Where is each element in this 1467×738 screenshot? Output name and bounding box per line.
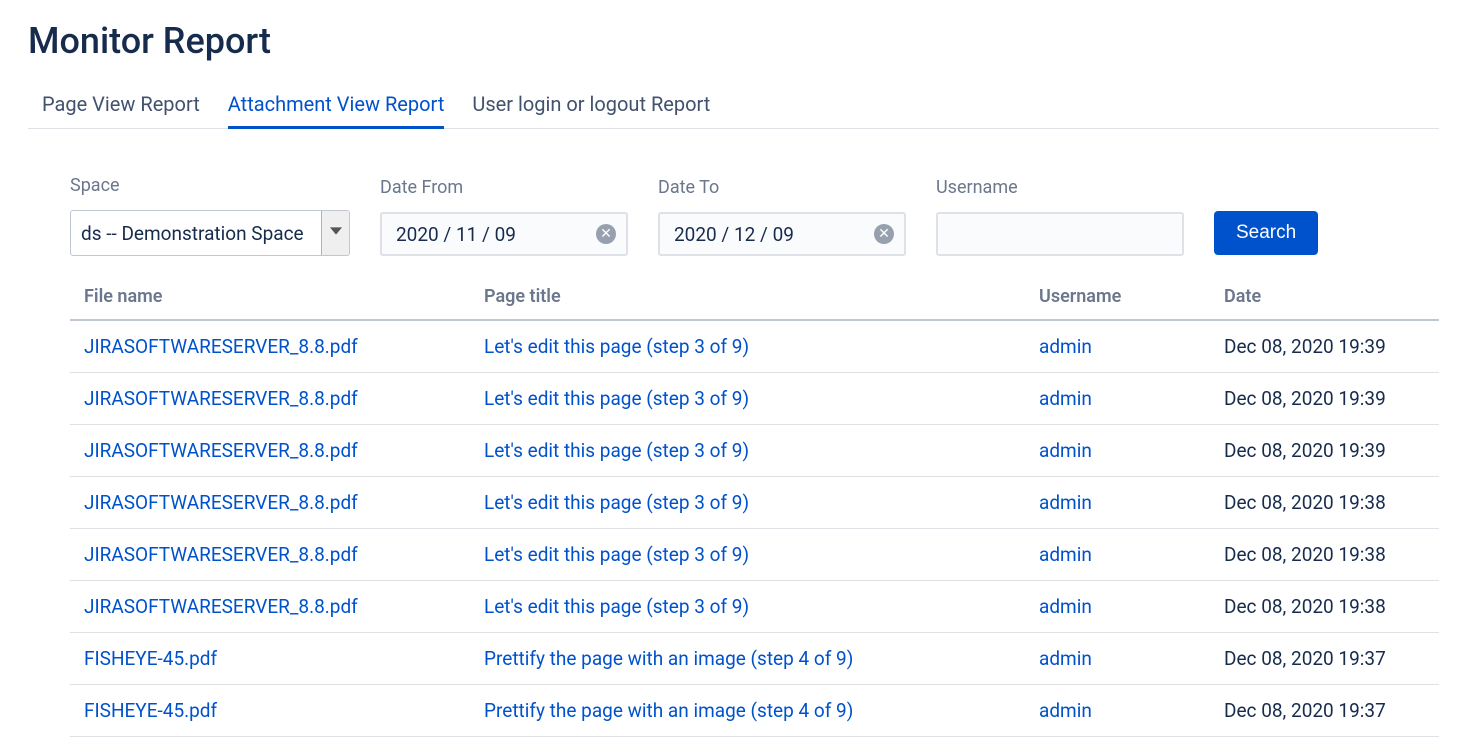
file-name-link[interactable]: JIRASOFTWARESERVER_8.8.pdf [70, 529, 470, 581]
page-title-link[interactable]: Prettify the page with an image (step 4 … [470, 633, 1025, 685]
username-link[interactable]: admin [1025, 320, 1210, 373]
date-cell: Dec 08, 2020 19:38 [1210, 581, 1439, 633]
date-from-clear-button[interactable]: ✕ [596, 224, 616, 244]
file-name-link[interactable]: FISHEYE-45.pdf [70, 685, 470, 737]
username-link[interactable]: admin [1025, 425, 1210, 477]
date-to-field: Date To 2020 / 12 / 09 ✕ [658, 177, 906, 256]
table-row: JIRASOFTWARESERVER_8.8.pdfLet's edit thi… [70, 320, 1439, 373]
username-link[interactable]: admin [1025, 529, 1210, 581]
col-page-title: Page title [470, 274, 1025, 320]
page-title-link[interactable]: Let's edit this page (step 3 of 9) [470, 581, 1025, 633]
chevron-down-icon [330, 225, 342, 241]
date-to-input[interactable]: 2020 / 12 / 09 ✕ [658, 212, 906, 256]
page-title-link[interactable]: Let's edit this page (step 3 of 9) [470, 529, 1025, 581]
table-row: JIRASOFTWARESERVER_8.8.pdfLet's edit thi… [70, 529, 1439, 581]
col-date: Date [1210, 274, 1439, 320]
space-select-value: ds -- Demonstration Space [71, 211, 321, 255]
file-name-link[interactable]: JIRASOFTWARESERVER_8.8.pdf [70, 425, 470, 477]
close-icon: ✕ [878, 227, 890, 241]
date-cell: Dec 08, 2020 19:38 [1210, 529, 1439, 581]
username-label: Username [936, 177, 1184, 198]
filter-bar: Space ds -- Demonstration Space Date Fro… [28, 129, 1439, 256]
tab-attachment-view-report[interactable]: Attachment View Report [228, 86, 445, 129]
table-row: JIRASOFTWARESERVER_8.8.pdfLet's edit thi… [70, 477, 1439, 529]
date-cell: Dec 08, 2020 19:37 [1210, 633, 1439, 685]
date-to-clear-button[interactable]: ✕ [874, 224, 894, 244]
page-title: Monitor Report [28, 20, 1439, 62]
page-title-link[interactable]: Let's edit this page (step 3 of 9) [470, 320, 1025, 373]
col-username: Username [1025, 274, 1210, 320]
page-title-link[interactable]: Let's edit this page (step 3 of 9) [470, 477, 1025, 529]
close-icon: ✕ [600, 227, 612, 241]
page-title-link[interactable]: Let's edit this page (step 3 of 9) [470, 373, 1025, 425]
date-to-label: Date To [658, 177, 906, 198]
date-from-value: 2020 / 11 / 09 [396, 223, 596, 246]
file-name-link[interactable]: JIRASOFTWARESERVER_8.8.pdf [70, 581, 470, 633]
page-title-link[interactable]: Let's edit this page (step 3 of 9) [470, 425, 1025, 477]
col-file-name: File name [70, 274, 470, 320]
search-button[interactable]: Search [1214, 211, 1318, 255]
date-cell: Dec 08, 2020 19:39 [1210, 373, 1439, 425]
username-link[interactable]: admin [1025, 477, 1210, 529]
username-field: Username [936, 177, 1184, 256]
table-row: JIRASOFTWARESERVER_8.8.pdfLet's edit thi… [70, 373, 1439, 425]
username-input[interactable] [936, 212, 1184, 256]
date-to-value: 2020 / 12 / 09 [674, 223, 874, 246]
file-name-link[interactable]: FISHEYE-45.pdf [70, 633, 470, 685]
page-title-link[interactable]: Prettify the page with an image (step 4 … [470, 685, 1025, 737]
date-cell: Dec 08, 2020 19:37 [1210, 685, 1439, 737]
date-cell: Dec 08, 2020 19:38 [1210, 477, 1439, 529]
username-link[interactable]: admin [1025, 373, 1210, 425]
results-table: File name Page title Username Date JIRAS… [70, 274, 1439, 737]
username-link[interactable]: admin [1025, 685, 1210, 737]
file-name-link[interactable]: JIRASOFTWARESERVER_8.8.pdf [70, 373, 470, 425]
tab-page-view-report[interactable]: Page View Report [42, 86, 200, 129]
table-row: JIRASOFTWARESERVER_8.8.pdfLet's edit thi… [70, 581, 1439, 633]
file-name-link[interactable]: JIRASOFTWARESERVER_8.8.pdf [70, 320, 470, 373]
space-select[interactable]: ds -- Demonstration Space [70, 210, 350, 256]
table-header-row: File name Page title Username Date [70, 274, 1439, 320]
username-link[interactable]: admin [1025, 633, 1210, 685]
date-cell: Dec 08, 2020 19:39 [1210, 320, 1439, 373]
space-label: Space [70, 175, 350, 196]
date-cell: Dec 08, 2020 19:39 [1210, 425, 1439, 477]
tab-user-login-logout-report[interactable]: User login or logout Report [472, 86, 710, 129]
date-from-input[interactable]: 2020 / 11 / 09 ✕ [380, 212, 628, 256]
space-field: Space ds -- Demonstration Space [70, 175, 350, 256]
date-from-label: Date From [380, 177, 628, 198]
space-select-dropdown-button[interactable] [321, 211, 349, 255]
date-from-field: Date From 2020 / 11 / 09 ✕ [380, 177, 628, 256]
username-link[interactable]: admin [1025, 581, 1210, 633]
table-row: FISHEYE-45.pdfPrettify the page with an … [70, 633, 1439, 685]
page-container: Monitor Report Page View Report Attachme… [0, 0, 1467, 737]
tabs: Page View Report Attachment View Report … [28, 86, 1439, 129]
table-row: JIRASOFTWARESERVER_8.8.pdfLet's edit thi… [70, 425, 1439, 477]
file-name-link[interactable]: JIRASOFTWARESERVER_8.8.pdf [70, 477, 470, 529]
table-row: FISHEYE-45.pdfPrettify the page with an … [70, 685, 1439, 737]
